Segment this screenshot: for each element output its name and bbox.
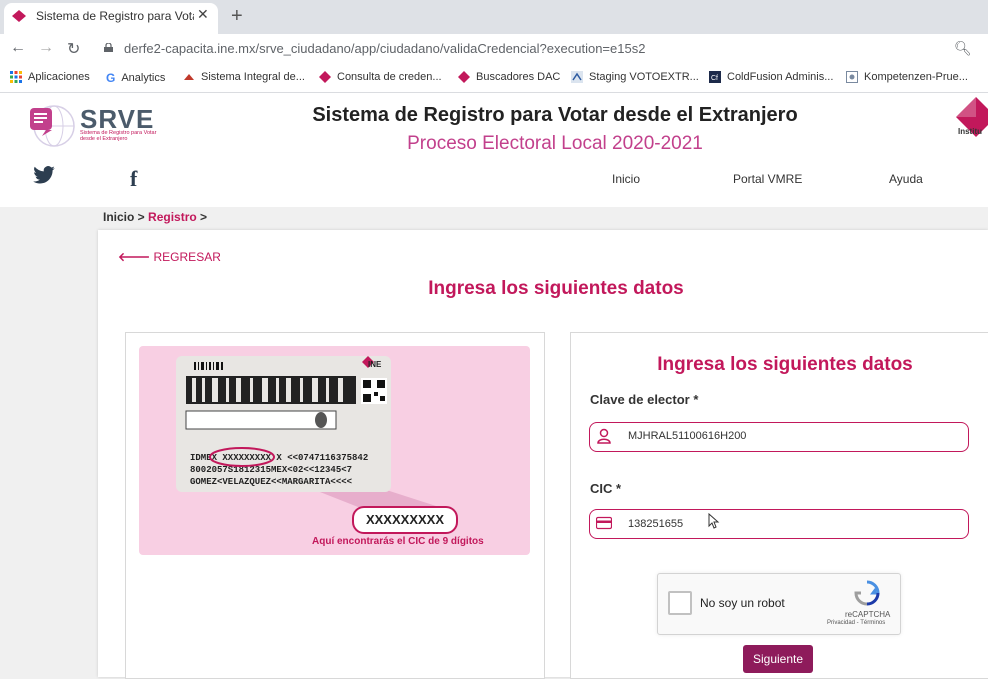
bookmark-label: Sistema Integral de... — [201, 71, 305, 83]
cic-callout: XXXXXXXXX — [352, 506, 458, 534]
recaptcha-links[interactable]: Privacidad - Términos — [827, 620, 885, 626]
user-icon — [597, 428, 611, 444]
back-arrow-icon[interactable]: ← — [10, 39, 26, 57]
bookmark-label: ColdFusion Adminis... — [727, 71, 834, 83]
page-subtitle: Proceso Electoral Local 2020-2021 — [407, 133, 703, 154]
cic-value: 138251655 — [628, 518, 684, 530]
bookmark-favicon-icon — [184, 74, 194, 80]
bookmark-label: Buscadores DAC — [476, 71, 561, 83]
breadcrumb: Inicio > Registro > — [103, 210, 207, 224]
forward-arrow-icon[interactable]: → — [38, 39, 54, 57]
google-icon: G — [106, 71, 116, 85]
siguiente-button[interactable]: Siguiente — [743, 645, 813, 673]
nav-inicio[interactable]: Inicio — [612, 172, 640, 186]
facebook-icon[interactable]: f — [130, 166, 137, 192]
nav-portal-vmre[interactable]: Portal VMRE — [733, 172, 802, 186]
bookmark-consulta[interactable]: Consulta de creden... — [319, 71, 442, 83]
back-label: REGRESAR — [153, 250, 221, 264]
cic-label: CIC * — [590, 481, 622, 496]
srve-globe-logo-icon — [30, 105, 75, 147]
bookmark-label: Aplicaciones — [28, 71, 90, 83]
recaptcha-brand: reCAPTCHA — [845, 610, 891, 619]
new-tab-icon[interactable]: + — [231, 5, 243, 28]
bookmark-label: Staging VOTOEXTR... — [589, 71, 699, 83]
tab-title: Sistema de Registro para Votar d — [36, 9, 194, 23]
breadcrumb-home[interactable]: Inicio — [103, 210, 134, 224]
bookmark-buscadores[interactable]: Buscadores DAC — [458, 71, 560, 83]
kompetenzen-favicon-icon — [846, 71, 858, 83]
breadcrumb-separator: > — [196, 210, 208, 224]
reload-icon[interactable]: ↻ — [67, 39, 80, 59]
staging-favicon-icon — [571, 71, 583, 83]
ine-favicon-icon — [12, 10, 26, 22]
recaptcha-label: No soy un robot — [700, 596, 785, 610]
id-card-back-illustration: IDMEX XXXXXXXXX X <<0747116375842 800205… — [176, 356, 436, 516]
ine-favicon-icon — [319, 71, 331, 83]
back-link[interactable]: 🡐 REGRESAR — [118, 249, 221, 264]
ine-card-brand: INE — [368, 360, 382, 369]
mrz-line-3: GOMEZ<VELAZQUEZ<<MARGARITA<<<< — [190, 477, 352, 487]
close-tab-icon[interactable]: ✕ — [197, 6, 209, 23]
breadcrumb-current: Registro — [148, 210, 197, 224]
svg-text:Cf: Cf — [711, 75, 718, 82]
institute-text: Institu — [958, 127, 982, 136]
form-heading: Ingresa los siguientes datos — [657, 354, 913, 375]
ine-favicon-icon — [458, 71, 470, 83]
text-cursor-icon — [708, 513, 720, 529]
recaptcha-logo-icon — [854, 580, 880, 606]
bookmark-sistema[interactable]: Sistema Integral de... — [183, 71, 305, 83]
lock-icon — [104, 43, 113, 52]
bookmark-label: Kompetenzen-Prue... — [864, 71, 968, 83]
coldfusion-icon: Cf — [709, 71, 721, 83]
main-heading: Ingresa los siguientes datos — [428, 278, 684, 299]
page-title: Sistema de Registro para Votar desde el … — [312, 104, 798, 126]
bookmark-coldfusion[interactable]: Cf ColdFusion Adminis... — [709, 71, 833, 83]
bookmark-kompetenzen[interactable]: Kompetenzen-Prue... — [846, 71, 968, 83]
cic-caption: Aquí encontrarás el CIC de 9 dígitos — [312, 536, 484, 547]
twitter-icon[interactable] — [33, 166, 55, 184]
arrow-left-icon: 🡐 — [118, 250, 154, 264]
apps-grid-icon — [10, 71, 22, 83]
recaptcha-checkbox[interactable] — [668, 591, 692, 615]
zoom-icon[interactable]: 🔍︎ — [954, 40, 972, 57]
mrz-line-2: 8002057S1812315MEX<02<<12345<7 — [190, 465, 352, 475]
breadcrumb-separator: > — [134, 210, 149, 224]
clave-elector-value: MJHRAL51100616H200 — [628, 430, 747, 442]
srve-logo-subtitle: Sistema de Registro para Votar desde el … — [80, 130, 157, 142]
bookmark-analytics[interactable]: G Analytics — [106, 71, 165, 85]
credit-card-icon — [596, 516, 612, 530]
clave-elector-label: Clave de elector * — [590, 392, 699, 407]
bookmark-label: Consulta de creden... — [337, 71, 442, 83]
bookmark-label: Analytics — [121, 72, 166, 84]
nav-ayuda[interactable]: Ayuda — [889, 172, 923, 186]
bookmark-staging[interactable]: Staging VOTOEXTR... — [571, 71, 699, 83]
bookmark-apps[interactable]: Aplicaciones — [10, 71, 90, 83]
url-text: derfe2-capacita.ine.mx/srve_ciudadano/ap… — [124, 41, 646, 56]
